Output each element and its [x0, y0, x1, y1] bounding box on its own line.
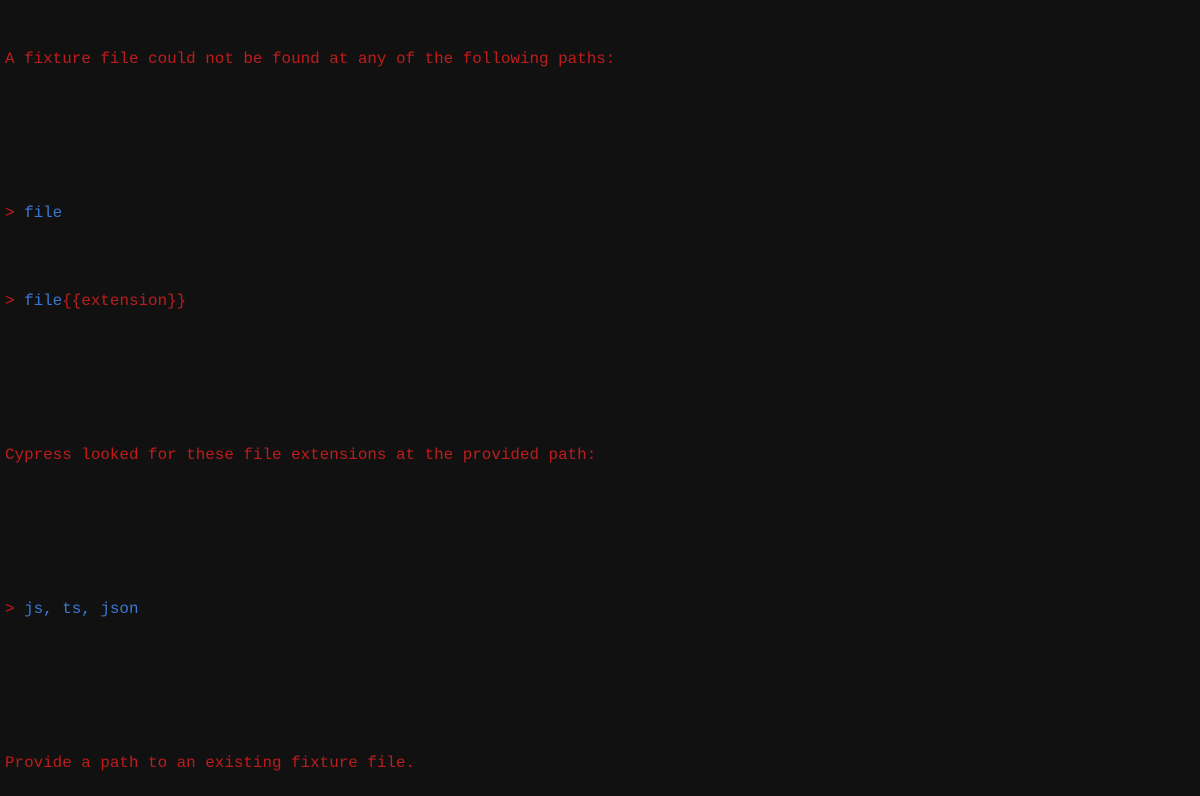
extensions-list: js, ts, json [24, 600, 139, 618]
path-name: file [24, 204, 63, 222]
extensions-heading: Cypress looked for these file extensions… [5, 446, 597, 464]
extensions-line: > js, ts, json [5, 598, 1195, 620]
path-line-1: > file [5, 202, 1195, 224]
prompt-marker: > [5, 292, 25, 310]
footer-message: Provide a path to an existing fixture fi… [5, 754, 416, 772]
error-output: A fixture file could not be found at any… [5, 4, 1195, 796]
error-heading: A fixture file could not be found at any… [5, 50, 616, 68]
prompt-marker: > [5, 600, 25, 618]
path-line-2: > file{{extension}} [5, 290, 1195, 312]
prompt-marker: > [5, 204, 25, 222]
path-name: file [24, 292, 63, 310]
path-suffix: {{extension}} [62, 292, 187, 310]
